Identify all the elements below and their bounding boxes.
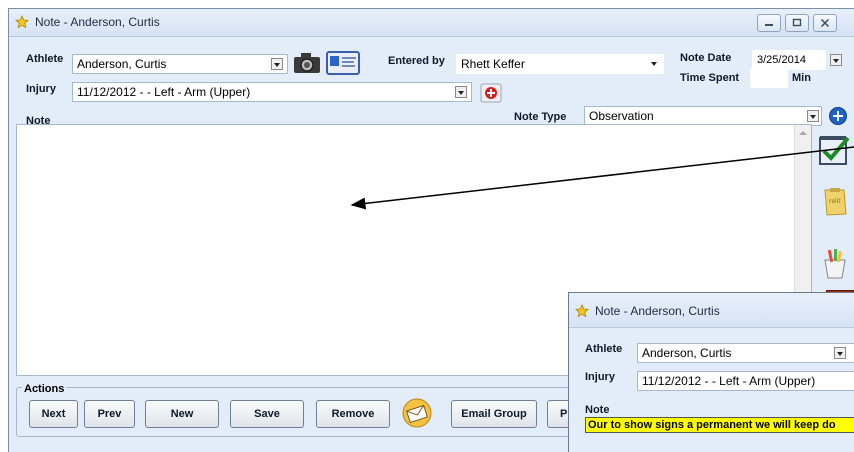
close-button[interactable] xyxy=(813,14,837,32)
chevron-down-icon[interactable] xyxy=(455,86,467,98)
entered-by-dropdown[interactable]: Rhett Keffer xyxy=(456,54,664,74)
new-button[interactable]: New xyxy=(145,400,219,428)
popup-athlete-value: Anderson, Curtis xyxy=(642,346,732,360)
entered-by-label: Entered by xyxy=(388,55,445,67)
calendar-dropdown-icon[interactable] xyxy=(830,54,842,66)
email-group-button[interactable]: Email Group xyxy=(451,400,537,428)
star-icon xyxy=(575,304,589,318)
remove-button[interactable]: Remove xyxy=(316,400,390,428)
save-button[interactable]: Save xyxy=(230,400,304,428)
note-type-value: Observation xyxy=(589,109,654,123)
note-date-field[interactable]: 3/25/2014 xyxy=(752,50,826,70)
athlete-value: Anderson, Curtis xyxy=(77,57,167,71)
athlete-dropdown[interactable]: Anderson, Curtis xyxy=(72,54,288,74)
time-unit-label: Min xyxy=(792,72,811,84)
chevron-down-icon[interactable] xyxy=(807,110,819,122)
spellcheck-icon[interactable] xyxy=(818,134,852,166)
note-popup-window: Note - Anderson, Curtis Athlete Anderson… xyxy=(568,292,854,452)
popup-injury-label: Injury xyxy=(585,371,615,383)
popup-injury-dropdown[interactable]: 11/12/2012 - - Left - Arm (Upper) xyxy=(637,371,854,391)
note-type-label: Note Type xyxy=(514,111,567,123)
injury-dropdown[interactable]: 11/12/2012 - - Left - Arm (Upper) xyxy=(72,82,472,102)
svg-text:relit: relit xyxy=(829,198,841,205)
chevron-down-icon[interactable] xyxy=(834,347,846,359)
athlete-label: Athlete xyxy=(26,53,64,65)
chevron-down-icon[interactable] xyxy=(649,58,661,70)
note-type-dropdown[interactable]: Observation xyxy=(584,106,822,126)
next-button[interactable]: Next xyxy=(29,400,78,428)
popup-note-text: Our to show signs a permanent we will ke… xyxy=(588,419,836,431)
maximize-button[interactable] xyxy=(785,14,809,32)
minimize-button[interactable] xyxy=(757,14,781,32)
maximize-icon xyxy=(792,18,802,27)
note-date-label: Note Date xyxy=(680,52,732,64)
add-injury-icon[interactable] xyxy=(480,83,502,103)
popup-title-bar[interactable]: Note - Anderson, Curtis xyxy=(569,293,854,328)
camera-icon[interactable] xyxy=(292,51,322,75)
popup-injury-value: 11/12/2012 - - Left - Arm (Upper) xyxy=(642,374,816,388)
pencil-cup-icon[interactable] xyxy=(820,248,850,280)
popup-note-label: Note xyxy=(585,404,610,416)
popup-athlete-label: Athlete xyxy=(585,343,623,355)
prev-button[interactable]: Prev xyxy=(84,400,135,428)
entered-by-value: Rhett Keffer xyxy=(461,57,525,71)
injury-value: 11/12/2012 - - Left - Arm (Upper) xyxy=(77,85,251,99)
chevron-down-icon[interactable] xyxy=(271,58,283,70)
note-date-value: 3/25/2014 xyxy=(757,54,806,66)
id-card-icon[interactable] xyxy=(326,51,360,75)
window-title: Note - Anderson, Curtis xyxy=(35,15,160,29)
scroll-up-icon[interactable] xyxy=(799,131,807,135)
title-bar[interactable]: Note - Anderson, Curtis xyxy=(9,9,854,37)
star-icon xyxy=(15,15,29,29)
minimize-icon xyxy=(765,24,773,26)
actions-label: Actions xyxy=(22,383,67,395)
time-spent-field[interactable] xyxy=(750,68,788,88)
close-icon xyxy=(820,18,830,28)
popup-title: Note - Anderson, Curtis xyxy=(595,304,720,318)
time-spent-label: Time Spent xyxy=(680,72,740,84)
email-icon[interactable] xyxy=(400,396,434,430)
notepad-icon[interactable]: relit xyxy=(820,186,850,218)
add-note-type-icon[interactable] xyxy=(828,106,848,126)
injury-label: Injury xyxy=(26,83,56,95)
popup-athlete-dropdown[interactable]: Anderson, Curtis xyxy=(637,343,854,363)
popup-note-highlighted-text[interactable]: Our to show signs a permanent we will ke… xyxy=(585,417,854,433)
